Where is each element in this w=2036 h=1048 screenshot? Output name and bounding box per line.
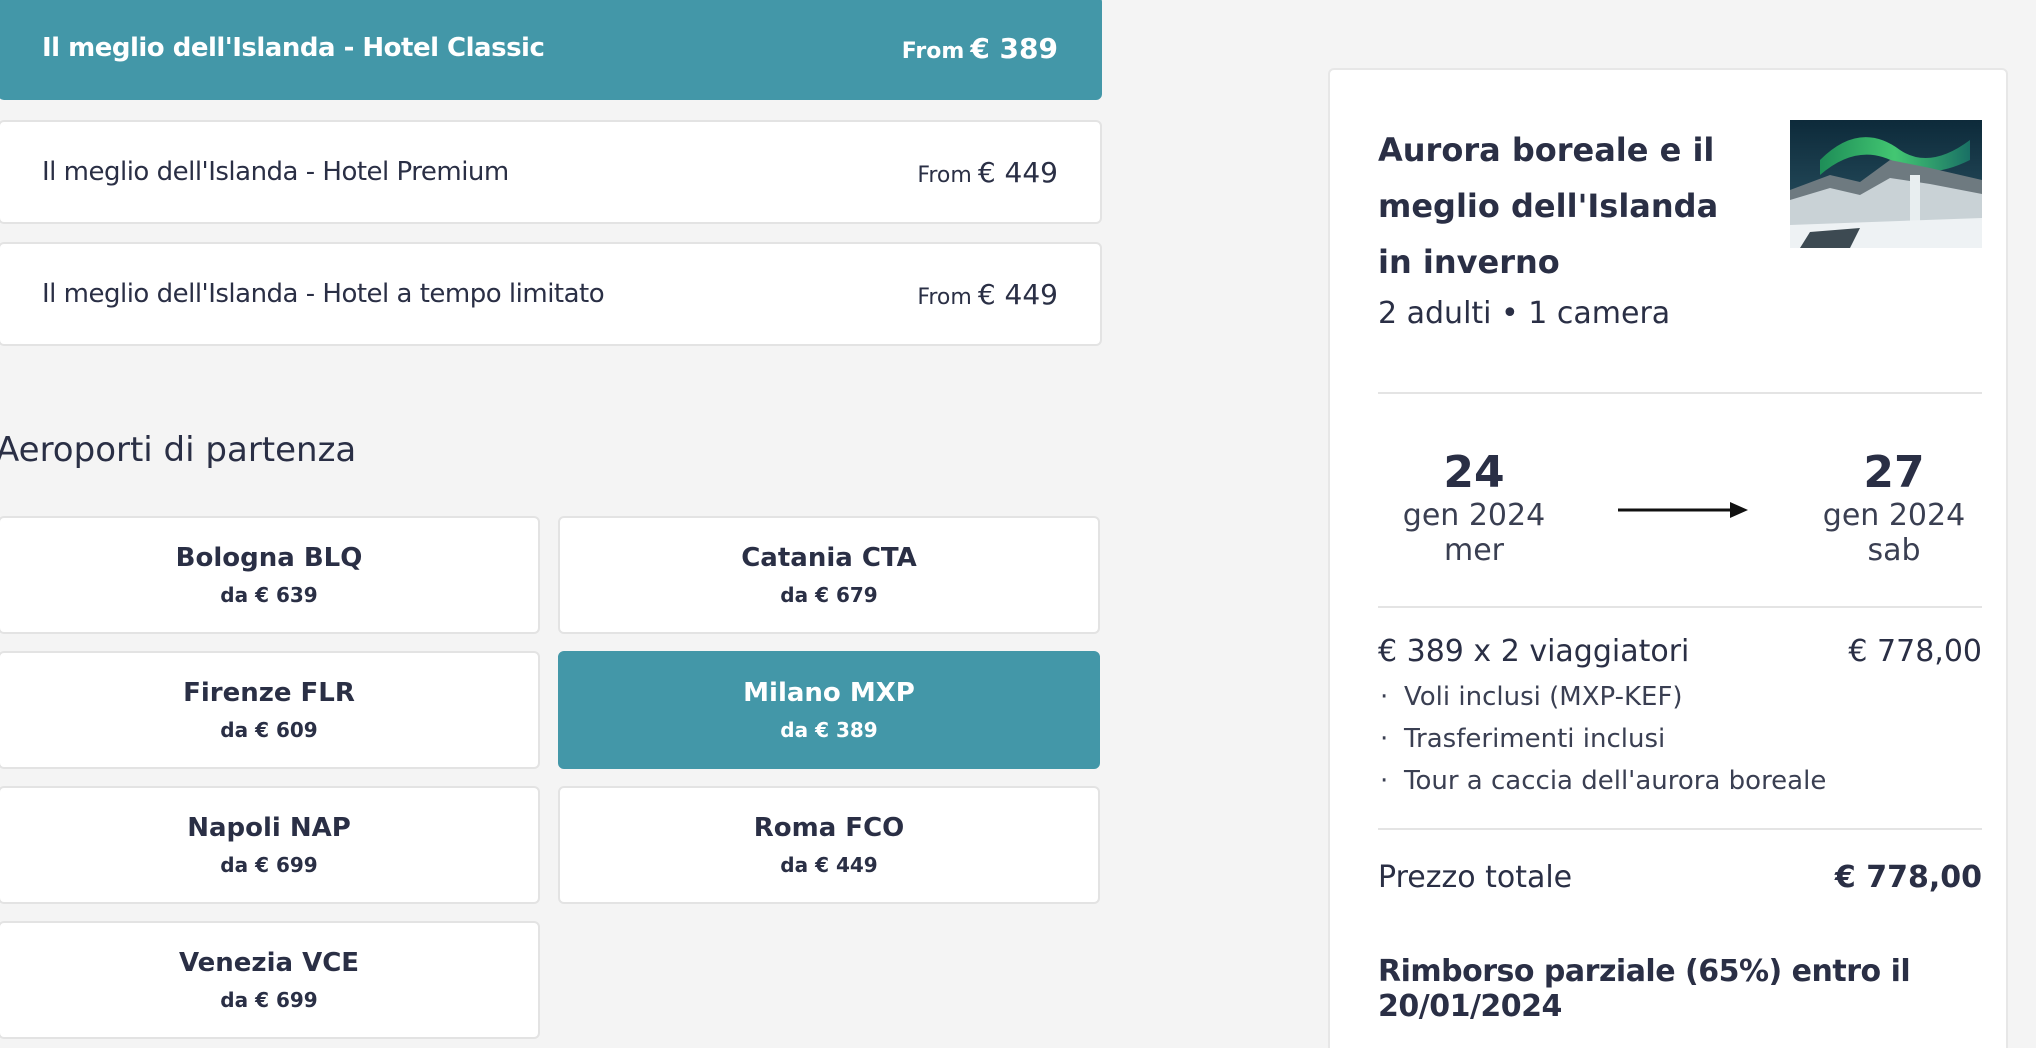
- total-price-label: Prezzo totale: [1378, 860, 1573, 895]
- airport-name: Venezia VCE: [178, 948, 360, 978]
- price-per-traveler-line: € 389 x 2 viaggiatori € 778,00: [1378, 634, 1982, 669]
- summary-divider: [1378, 392, 1982, 394]
- airport-name: Firenze FLR: [183, 678, 355, 708]
- airport-name: Milano MXP: [743, 678, 915, 708]
- hotel-option-price: From € 449: [917, 278, 1058, 311]
- airport-price: da € 699: [220, 988, 318, 1012]
- return-weekday: sab: [1867, 533, 1921, 568]
- total-price-value: € 778,00: [1834, 860, 1982, 895]
- inclusion-item: · Trasferimenti inclusi: [1380, 724, 1665, 754]
- airport-price: da € 679: [780, 583, 878, 607]
- airport-option-nap[interactable]: Napoli NAP da € 699: [0, 786, 540, 904]
- inclusion-item: · Tour a caccia dell'aurora boreale: [1380, 766, 1826, 796]
- airport-price: da € 389: [780, 718, 878, 742]
- return-date: 27 gen 2024 sab: [1794, 447, 1994, 569]
- airport-price: da € 609: [220, 718, 318, 742]
- departure-airports-heading: Aeroporti di partenza: [0, 430, 357, 470]
- hotel-option-name: Il meglio dell'Islanda - Hotel a tempo l…: [42, 279, 605, 309]
- airport-option-flr[interactable]: Firenze FLR da € 609: [0, 651, 540, 769]
- airport-name: Bologna BLQ: [175, 543, 363, 573]
- airport-price: da € 449: [780, 853, 878, 877]
- hotel-price-from-label: From: [917, 162, 972, 188]
- airport-option-mxp[interactable]: Milano MXP da € 389: [558, 651, 1100, 769]
- return-month: gen 2024: [1822, 498, 1966, 533]
- hotel-option-price: From € 449: [917, 156, 1058, 189]
- price-line-value: € 778,00: [1848, 634, 1982, 669]
- hotel-price-from-label: From: [901, 38, 965, 64]
- inclusion-item: · Voli inclusi (MXP-KEF): [1380, 682, 1683, 712]
- inclusion-text: Trasferimenti inclusi: [1404, 724, 1666, 754]
- inclusion-text: Tour a caccia dell'aurora boreale: [1404, 766, 1827, 796]
- airport-name: Napoli NAP: [187, 813, 351, 843]
- airport-name: Catania CTA: [741, 543, 917, 573]
- hotel-option-premium[interactable]: Il meglio dell'Islanda - Hotel Premium F…: [0, 120, 1102, 224]
- bullet-dot: ·: [1380, 682, 1389, 712]
- airport-price: da € 639: [220, 583, 318, 607]
- hotel-price-amount: € 389: [970, 31, 1058, 65]
- hotel-price-from-label: From: [917, 284, 972, 310]
- departure-day: 24: [1443, 447, 1505, 498]
- guests-rooms-info: 2 adulti • 1 camera: [1378, 296, 1671, 331]
- hotel-option-limited-time[interactable]: Il meglio dell'Islanda - Hotel a tempo l…: [0, 242, 1102, 346]
- bullet-dot: ·: [1380, 724, 1389, 754]
- refund-policy-text: Rimborso parziale (65%) entro il 20/01/2…: [1378, 954, 1911, 1024]
- hotel-option-price: From € 389: [902, 32, 1058, 65]
- airport-option-vce[interactable]: Venezia VCE da € 699: [0, 921, 540, 1039]
- hotel-price-amount: € 449: [977, 277, 1058, 311]
- trip-thumbnail-image: [1790, 120, 1982, 248]
- hotel-option-classic[interactable]: Il meglio dell'Islanda - Hotel Classic F…: [0, 0, 1102, 100]
- summary-divider: [1378, 828, 1982, 830]
- price-line-description: € 389 x 2 viaggiatori: [1378, 634, 1690, 669]
- summary-divider: [1378, 606, 1982, 608]
- airport-option-cta[interactable]: Catania CTA da € 679: [558, 516, 1100, 634]
- total-price-line: Prezzo totale € 778,00: [1378, 860, 1982, 895]
- arrow-right-icon: [1618, 498, 1750, 526]
- hotel-price-amount: € 449: [977, 155, 1058, 189]
- airport-name: Roma FCO: [753, 813, 905, 843]
- departure-weekday: mer: [1443, 533, 1504, 568]
- hotel-option-name: Il meglio dell'Islanda - Hotel Classic: [42, 33, 545, 63]
- departure-month: gen 2024: [1402, 498, 1546, 533]
- departure-date: 24 gen 2024 mer: [1374, 447, 1574, 569]
- hotel-option-name: Il meglio dell'Islanda - Hotel Premium: [42, 157, 509, 187]
- inclusion-text: Voli inclusi (MXP-KEF): [1404, 682, 1683, 712]
- return-day: 27: [1863, 447, 1925, 498]
- airport-price: da € 699: [220, 853, 318, 877]
- trip-title: Aurora boreale e il meglio dell'Islanda …: [1378, 131, 1719, 281]
- bullet-dot: ·: [1380, 766, 1389, 796]
- airport-option-fco[interactable]: Roma FCO da € 449: [558, 786, 1100, 904]
- booking-summary-card: Aurora boreale e il meglio dell'Islanda …: [1328, 68, 2008, 1048]
- airport-option-blq[interactable]: Bologna BLQ da € 639: [0, 516, 540, 634]
